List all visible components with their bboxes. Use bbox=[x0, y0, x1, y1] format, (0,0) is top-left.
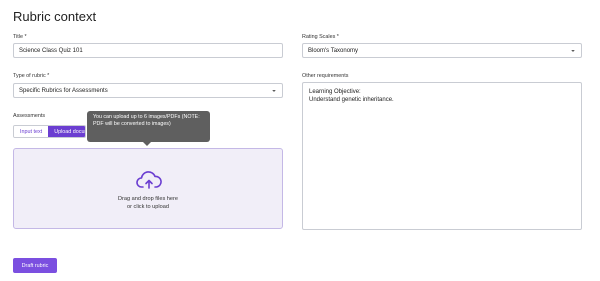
chevron-down-icon bbox=[571, 50, 575, 52]
rubric-type-select[interactable]: Specific Rubrics for Assessments bbox=[13, 83, 283, 98]
other-requirements-label: Other requirements bbox=[302, 73, 349, 79]
tab-upload-document[interactable]: Upload document bbox=[48, 126, 86, 137]
draft-rubric-button[interactable]: Draft rubric bbox=[13, 258, 57, 273]
tooltip-arrow bbox=[143, 142, 151, 146]
other-requirements-textarea[interactable]: Learning Objective: Understand genetic i… bbox=[302, 82, 582, 230]
title-required-mark: * bbox=[24, 34, 27, 40]
rating-scales-required-mark: * bbox=[336, 34, 339, 40]
upload-limit-tooltip: You can upload up to 6 images/PDFs (NOTE… bbox=[87, 111, 210, 142]
rating-scales-select[interactable]: Bloom's Taxonomy bbox=[302, 43, 582, 58]
title-label-text: Title bbox=[13, 34, 23, 40]
rubric-type-label-text: Type of rubric bbox=[13, 73, 46, 79]
rubric-type-label: Type of rubric * bbox=[13, 73, 49, 79]
title-label: Title * bbox=[13, 34, 27, 40]
rating-scales-label: Rating Scales * bbox=[302, 34, 339, 40]
title-input-value: Science Class Quiz 101 bbox=[19, 47, 83, 54]
upload-dropzone[interactable]: Drag and drop files here or click to upl… bbox=[13, 148, 283, 229]
rubric-type-required-mark: * bbox=[47, 73, 50, 79]
tab-input-text[interactable]: Input text bbox=[14, 126, 49, 137]
dropzone-instruction: Drag and drop files here bbox=[117, 196, 178, 202]
chevron-down-icon bbox=[272, 90, 276, 92]
rating-scales-value: Bloom's Taxonomy bbox=[308, 47, 359, 54]
rating-scales-label-text: Rating Scales bbox=[302, 34, 336, 40]
dropzone-instruction-secondary: or click to upload bbox=[127, 204, 169, 210]
page-title: Rubric context bbox=[13, 9, 97, 24]
assessments-tabs: Input text Upload document bbox=[13, 125, 87, 138]
title-input[interactable]: Science Class Quiz 101 bbox=[13, 43, 283, 58]
rubric-type-value: Specific Rubrics for Assessments bbox=[19, 87, 108, 94]
cloud-upload-icon bbox=[136, 171, 162, 189]
assessments-label: Assessments bbox=[13, 113, 46, 119]
